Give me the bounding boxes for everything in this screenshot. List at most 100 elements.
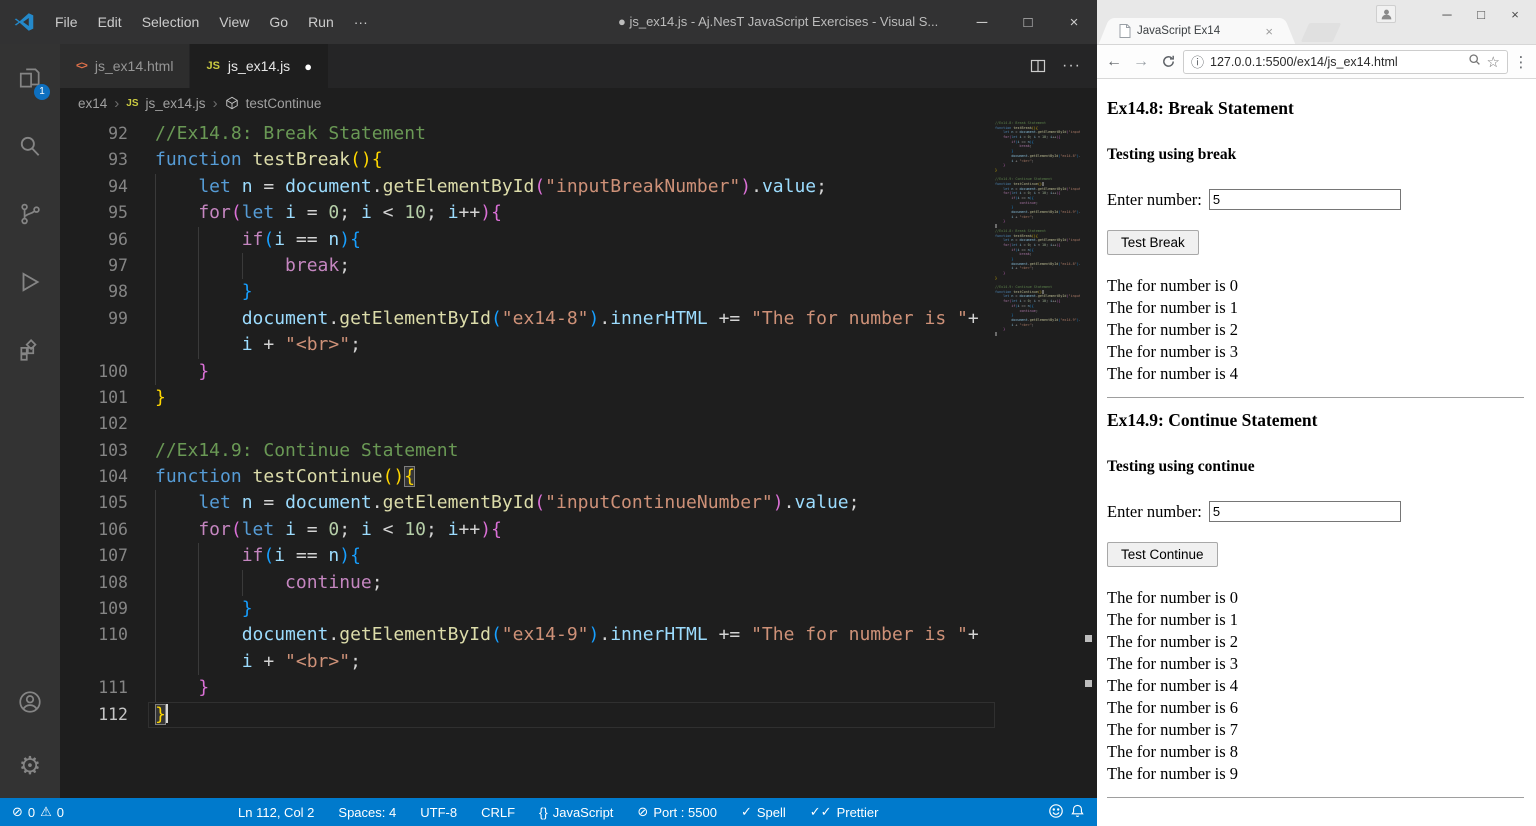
code-line[interactable]: 107 if(i == n){: [60, 543, 995, 569]
breadcrumb-file[interactable]: js_ex14.js: [146, 96, 206, 111]
profile-avatar-icon[interactable]: [1376, 5, 1396, 23]
address-bar[interactable]: ⓘ 127.0.0.1:5500/ex14/js_ex14.html ☆: [1183, 50, 1508, 74]
code-line[interactable]: 99 document.getElementById("ex14-8").inn…: [60, 306, 995, 332]
indent-status[interactable]: Spaces: 4: [326, 805, 408, 820]
tab-js_ex14.js[interactable]: JSjs_ex14.js●: [190, 44, 328, 88]
code-line[interactable]: 103//Ex14.9: Continue Statement: [60, 438, 995, 464]
spell-status[interactable]: ✓ Spell: [729, 804, 798, 820]
refresh-icon[interactable]: [1156, 49, 1180, 75]
breadcrumb-symbol[interactable]: testContinue: [246, 96, 322, 111]
search-icon[interactable]: [0, 112, 60, 180]
menu-item[interactable]: Selection: [132, 8, 210, 36]
line-number: 110: [60, 622, 128, 648]
minimize-button[interactable]: ─: [1430, 2, 1464, 26]
browser-menu-icon[interactable]: ⋮: [1511, 53, 1531, 71]
symbol-cube-icon: [225, 96, 239, 110]
section-subheading: Testing using break: [1107, 146, 1524, 164]
browser-window: ─ □ × JavaScript Ex14 × ← → ⓘ 127.0.0.1:…: [1097, 0, 1536, 826]
window-title: ● js_ex14.js - Aj.NesT JavaScript Exerci…: [618, 0, 938, 44]
problems-status[interactable]: ⊘ 0 ⚠ 0: [0, 804, 76, 820]
cursor-position-status[interactable]: Ln 112, Col 2: [226, 805, 326, 820]
test-break-button[interactable]: Test Break: [1107, 230, 1199, 255]
output-line: The for number is 3: [1107, 653, 1524, 675]
number-input[interactable]: [1209, 501, 1401, 522]
output-line: The for number is 2: [1107, 319, 1524, 341]
forward-icon[interactable]: →: [1129, 49, 1153, 75]
feedback-icon[interactable]: [1048, 803, 1064, 822]
code-line[interactable]: 96 if(i == n){: [60, 227, 995, 253]
browser-tab[interactable]: JavaScript Ex14 ×: [1113, 18, 1281, 44]
maximize-button[interactable]: □: [1005, 0, 1051, 44]
code-line[interactable]: 93function testBreak(){: [60, 147, 995, 173]
zoom-icon[interactable]: [1468, 53, 1481, 71]
code-line[interactable]: 92//Ex14.8: Break Statement: [60, 121, 995, 147]
menu-item[interactable]: ···: [344, 8, 378, 36]
code-line[interactable]: 102: [60, 411, 995, 437]
section-subheading: Testing using continue: [1107, 458, 1524, 476]
code-line[interactable]: 98 }: [60, 279, 995, 305]
more-actions-icon[interactable]: ···: [1062, 57, 1081, 75]
run-debug-icon[interactable]: [0, 248, 60, 316]
new-tab-button[interactable]: [1301, 23, 1341, 42]
url-text[interactable]: 127.0.0.1:5500/ex14/js_ex14.html: [1210, 55, 1462, 69]
breadcrumb-folder[interactable]: ex14: [78, 96, 107, 111]
tab-js_ex14.html[interactable]: <>js_ex14.html: [60, 44, 190, 88]
source-control-icon[interactable]: [0, 180, 60, 248]
close-button[interactable]: ×: [1498, 2, 1532, 26]
minimap[interactable]: //Ex14.8: Break Statementfunction testBr…: [995, 121, 1080, 337]
menu-item[interactable]: Run: [298, 8, 344, 36]
tab-close-icon[interactable]: ×: [1263, 24, 1275, 39]
browser-toolbar: ← → ⓘ 127.0.0.1:5500/ex14/js_ex14.html ☆…: [1097, 45, 1536, 79]
bookmark-star-icon[interactable]: ☆: [1487, 53, 1500, 71]
line-number: 93: [60, 147, 128, 173]
code-editor[interactable]: 92//Ex14.8: Break Statement93function te…: [60, 118, 1097, 798]
code-line[interactable]: 108 continue;: [60, 570, 995, 596]
settings-gear-icon[interactable]: ⚙: [0, 734, 60, 798]
encoding-status[interactable]: UTF-8: [408, 805, 469, 820]
code-line[interactable]: 101}: [60, 385, 995, 411]
prettier-status[interactable]: ✓✓ Prettier: [798, 804, 891, 820]
menu-item[interactable]: Go: [259, 8, 298, 36]
output-line: The for number is 1: [1107, 297, 1524, 319]
site-info-icon[interactable]: ⓘ: [1191, 52, 1204, 71]
test-continue-button[interactable]: Test Continue: [1107, 542, 1218, 567]
extensions-icon[interactable]: [0, 316, 60, 384]
back-icon[interactable]: ←: [1102, 49, 1126, 75]
code-line[interactable]: 94 let n = document.getElementById("inpu…: [60, 174, 995, 200]
split-editor-icon[interactable]: [1030, 58, 1046, 74]
line-number: 106: [60, 517, 128, 543]
eol-status[interactable]: CRLF: [469, 805, 527, 820]
menu-item[interactable]: File: [45, 8, 88, 36]
code-line[interactable]: i + "<br>";: [60, 332, 995, 358]
divider: [1107, 397, 1524, 398]
errors-icon: ⊘: [12, 804, 23, 820]
minimize-button[interactable]: ─: [959, 0, 1005, 44]
explorer-icon[interactable]: 1: [0, 44, 60, 112]
code-line[interactable]: 97 break;: [60, 253, 995, 279]
code-line[interactable]: 111 }: [60, 675, 995, 701]
divider: [1107, 797, 1524, 798]
notifications-bell-icon[interactable]: [1070, 803, 1085, 822]
output-line: The for number is 8: [1107, 741, 1524, 763]
close-button[interactable]: ×: [1051, 0, 1097, 44]
number-input[interactable]: [1209, 189, 1401, 210]
language-status[interactable]: {} JavaScript: [527, 805, 625, 820]
code-line[interactable]: 100 }: [60, 359, 995, 385]
code-line[interactable]: 109 }: [60, 596, 995, 622]
code-line[interactable]: 95 for(let i = 0; i < 10; i++){: [60, 200, 995, 226]
code-line[interactable]: 106 for(let i = 0; i < 10; i++){: [60, 517, 995, 543]
code-line[interactable]: 110 document.getElementById("ex14-9").in…: [60, 622, 995, 648]
menu-bar: FileEditSelectionViewGoRun···: [45, 8, 378, 36]
account-icon[interactable]: [0, 670, 60, 734]
code-line[interactable]: 112}: [60, 702, 995, 728]
code-line[interactable]: 105 let n = document.getElementById("inp…: [60, 490, 995, 516]
live-server-port-status[interactable]: ⊘ Port : 5500: [625, 804, 729, 820]
menu-item[interactable]: Edit: [88, 8, 132, 36]
overview-decoration: [1085, 635, 1092, 642]
overview-ruler[interactable]: [1080, 118, 1097, 798]
code-line[interactable]: i + "<br>";: [60, 649, 995, 675]
line-number: [60, 332, 128, 358]
menu-item[interactable]: View: [209, 8, 259, 36]
code-line[interactable]: 104function testContinue(){: [60, 464, 995, 490]
maximize-button[interactable]: □: [1464, 2, 1498, 26]
